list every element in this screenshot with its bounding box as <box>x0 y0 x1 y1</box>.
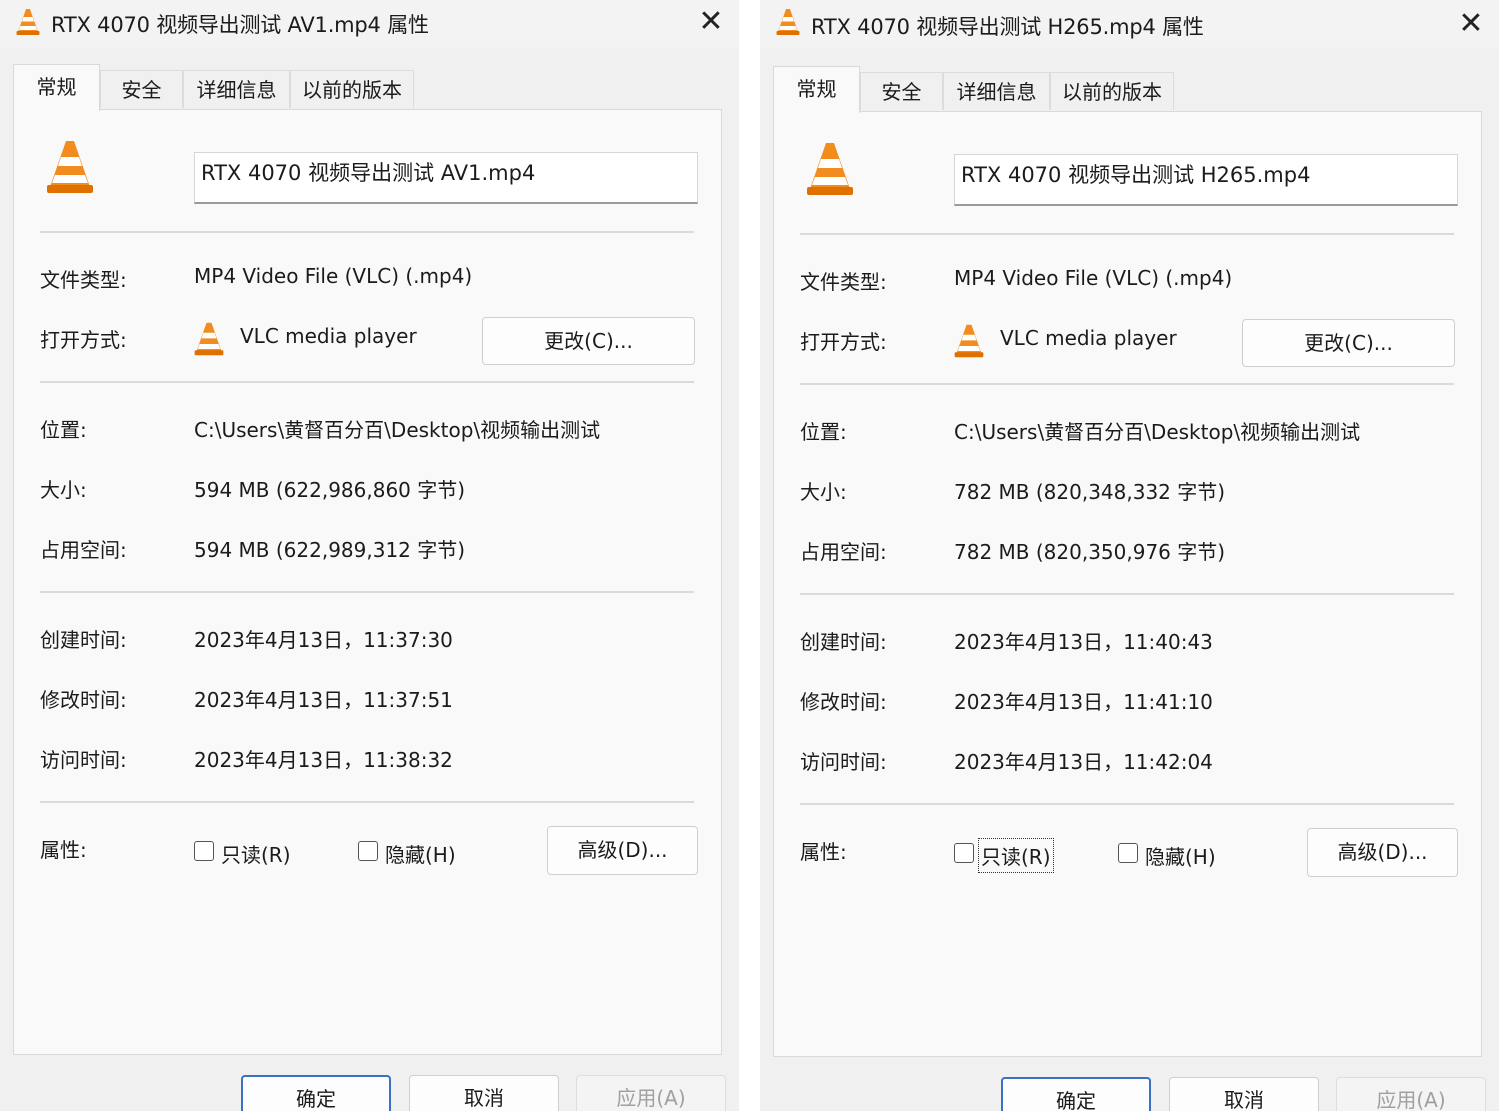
readonly-checkbox[interactable] <box>954 843 974 863</box>
filename-input[interactable]: RTX 4070 视频导出测试 AV1.mp4 <box>194 152 698 204</box>
location-value: C:\Users\黄督百分百\Desktop\视频输出测试 <box>194 418 601 442</box>
accessed-value: 2023年4月13日，11:42:04 <box>954 750 1213 774</box>
open-with-label: 打开方式: <box>40 328 127 352</box>
file-type-value: MP4 Video File (VLC) (.mp4) <box>194 264 473 288</box>
open-with-app: VLC media player <box>1000 326 1177 350</box>
vlc-cone-icon <box>954 324 984 358</box>
modified-value: 2023年4月13日，11:37:51 <box>194 688 453 712</box>
vlc-cone-icon <box>776 9 800 35</box>
hidden-checkbox[interactable] <box>1118 843 1138 863</box>
vlc-cone-icon <box>194 322 224 356</box>
accessed-label: 访问时间: <box>800 750 887 774</box>
advanced-button[interactable]: 高级(D)... <box>1307 828 1458 877</box>
location-label: 位置: <box>40 418 87 442</box>
created-label: 创建时间: <box>40 628 127 652</box>
divider <box>800 383 1454 385</box>
modified-label: 修改时间: <box>800 690 887 714</box>
vlc-cone-icon <box>807 143 853 195</box>
created-label: 创建时间: <box>800 630 887 654</box>
title-bar[interactable]: RTX 4070 视频导出测试 H265.mp4 属性 ✕ <box>760 0 1499 48</box>
divider <box>40 801 694 803</box>
modified-value: 2023年4月13日，11:41:10 <box>954 690 1213 714</box>
size-value: 782 MB (820,348,332 字节) <box>954 480 1226 504</box>
advanced-button[interactable]: 高级(D)... <box>547 826 698 875</box>
vlc-cone-icon <box>16 9 40 35</box>
vlc-cone-icon <box>47 141 93 193</box>
cancel-button[interactable]: 取消 <box>1169 1077 1319 1111</box>
apply-button[interactable]: 应用(A) <box>576 1075 726 1111</box>
size-on-disk-label: 占用空间: <box>800 540 887 564</box>
filename-input[interactable]: RTX 4070 视频导出测试 H265.mp4 <box>954 154 1458 206</box>
divider <box>40 231 694 233</box>
close-icon: ✕ <box>698 4 724 39</box>
location-value: C:\Users\黄督百分百\Desktop\视频输出测试 <box>954 420 1361 444</box>
size-value: 594 MB (622,986,860 字节) <box>194 478 466 502</box>
created-value: 2023年4月13日，11:37:30 <box>194 628 453 652</box>
change-button[interactable]: 更改(C)... <box>1242 319 1455 367</box>
properties-dialog-h265: RTX 4070 视频导出测试 H265.mp4 属性 ✕ 常规 安全 详细信息… <box>760 0 1499 1111</box>
divider <box>800 593 1454 595</box>
window-title: RTX 4070 视频导出测试 H265.mp4 属性 <box>811 15 1204 39</box>
readonly-label[interactable]: 只读(R) <box>221 839 291 868</box>
cancel-button[interactable]: 取消 <box>409 1075 559 1111</box>
tab-general[interactable]: 常规 <box>773 66 860 113</box>
divider <box>800 233 1454 235</box>
change-button[interactable]: 更改(C)... <box>482 317 695 365</box>
tab-security[interactable]: 安全 <box>100 70 183 108</box>
tab-details[interactable]: 详细信息 <box>183 70 290 108</box>
close-icon: ✕ <box>1458 6 1484 41</box>
tab-security[interactable]: 安全 <box>860 72 943 110</box>
open-with-label: 打开方式: <box>800 330 887 354</box>
divider <box>800 803 1454 805</box>
accessed-label: 访问时间: <box>40 748 127 772</box>
divider <box>40 381 694 383</box>
close-button[interactable]: ✕ <box>1449 6 1493 42</box>
tab-previous-versions[interactable]: 以前的版本 <box>1050 72 1174 110</box>
hidden-label[interactable]: 隐藏(H) <box>385 839 456 868</box>
modified-label: 修改时间: <box>40 688 127 712</box>
window-title: RTX 4070 视频导出测试 AV1.mp4 属性 <box>51 13 429 37</box>
size-label: 大小: <box>800 480 847 504</box>
properties-dialog-av1: RTX 4070 视频导出测试 AV1.mp4 属性 ✕ 常规 安全 详细信息 … <box>0 0 739 1111</box>
accessed-value: 2023年4月13日，11:38:32 <box>194 748 453 772</box>
hidden-checkbox[interactable] <box>358 841 378 861</box>
hidden-label[interactable]: 隐藏(H) <box>1145 841 1216 870</box>
location-label: 位置: <box>800 420 847 444</box>
size-on-disk-value: 594 MB (622,989,312 字节) <box>194 538 466 562</box>
size-on-disk-value: 782 MB (820,350,976 字节) <box>954 540 1226 564</box>
created-value: 2023年4月13日，11:40:43 <box>954 630 1213 654</box>
readonly-label[interactable]: 只读(R) <box>978 838 1054 873</box>
attributes-label: 属性: <box>40 838 87 862</box>
attributes-label: 属性: <box>800 840 847 864</box>
apply-button[interactable]: 应用(A) <box>1336 1077 1486 1111</box>
tab-details[interactable]: 详细信息 <box>943 72 1050 110</box>
ok-button[interactable]: 确定 <box>1001 1077 1151 1111</box>
readonly-checkbox[interactable] <box>194 841 214 861</box>
general-panel: RTX 4070 视频导出测试 H265.mp4 文件类型: MP4 Video… <box>773 111 1482 1057</box>
tab-previous-versions[interactable]: 以前的版本 <box>290 70 414 108</box>
divider <box>40 591 694 593</box>
tab-general[interactable]: 常规 <box>13 64 100 111</box>
general-panel: RTX 4070 视频导出测试 AV1.mp4 文件类型: MP4 Video … <box>13 109 722 1055</box>
close-button[interactable]: ✕ <box>689 4 733 40</box>
size-on-disk-label: 占用空间: <box>40 538 127 562</box>
size-label: 大小: <box>40 478 87 502</box>
file-type-value: MP4 Video File (VLC) (.mp4) <box>954 266 1233 290</box>
file-type-label: 文件类型: <box>40 268 127 292</box>
title-bar[interactable]: RTX 4070 视频导出测试 AV1.mp4 属性 ✕ <box>0 0 739 48</box>
ok-button[interactable]: 确定 <box>241 1075 391 1111</box>
file-type-label: 文件类型: <box>800 270 887 294</box>
open-with-app: VLC media player <box>240 324 417 348</box>
